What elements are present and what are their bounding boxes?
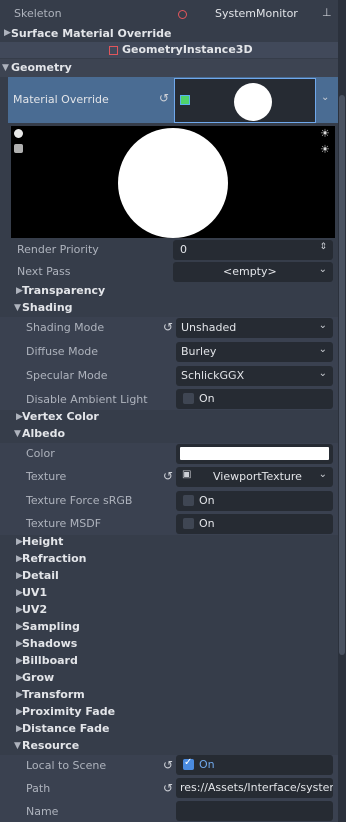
checkbox-icon[interactable] <box>183 393 194 404</box>
chevron-down-icon[interactable]: ⌄ <box>321 92 329 103</box>
material-override-label: Material Override <box>13 93 109 106</box>
chevron-down-icon[interactable]: ⌄ <box>319 320 327 331</box>
collapsed-arrow-icon[interactable]: ▶ <box>4 28 11 38</box>
expanded-arrow-icon[interactable]: ▼ <box>14 303 21 313</box>
texture-label: Texture <box>26 470 67 483</box>
material-preview-slot[interactable] <box>174 78 316 123</box>
section-geometry[interactable]: Geometry <box>11 61 72 74</box>
texture-msdf-label: Texture MSDF <box>26 517 102 530</box>
section-sampling[interactable]: Sampling <box>22 620 80 633</box>
section-albedo[interactable]: Albedo <box>22 427 65 440</box>
path-value: res://Assets/Interface/system_ <box>180 781 333 794</box>
diffuse-mode-value: Burley <box>181 345 217 358</box>
section-shadows[interactable]: Shadows <box>22 637 77 650</box>
pin-icon[interactable]: ⊥ <box>322 6 332 19</box>
revert-icon[interactable]: ↺ <box>163 320 173 334</box>
specular-mode-dropdown[interactable]: SchlickGGX ⌄ <box>176 366 333 386</box>
shading-mode-dropdown[interactable]: Unshaded ⌄ <box>176 318 333 338</box>
section-distance-fade[interactable]: Distance Fade <box>22 722 109 735</box>
path-label: Path <box>26 782 51 795</box>
next-pass-field[interactable]: <empty> ⌄ <box>173 262 333 282</box>
local-to-scene-checkbox[interactable]: On <box>176 755 333 775</box>
material-thumbnail <box>234 83 272 121</box>
section-uv2[interactable]: UV2 <box>22 603 47 616</box>
section-detail[interactable]: Detail <box>22 569 59 582</box>
material-override-row[interactable]: Material Override ↺ ⌄ <box>8 77 338 123</box>
chevron-down-icon[interactable]: ⌄ <box>319 344 327 355</box>
section-transparency[interactable]: Transparency <box>22 284 105 297</box>
scrollbar-thumb[interactable] <box>339 95 345 655</box>
texture-msdf-checkbox[interactable]: On <box>176 514 333 534</box>
expanded-arrow-icon[interactable]: ▼ <box>2 63 9 73</box>
texture-force-srgb-checkbox[interactable]: On <box>176 491 333 511</box>
section-vertex-color[interactable]: Vertex Color <box>22 410 99 423</box>
next-pass-value: <empty> <box>223 265 277 278</box>
section-refraction[interactable]: Refraction <box>22 552 87 565</box>
sun-icon[interactable]: ☀ <box>320 127 330 140</box>
preview-sphere <box>118 128 228 238</box>
name-label: Name <box>26 805 59 818</box>
section-uv1[interactable]: UV1 <box>22 586 47 599</box>
sun-icon-2[interactable]: ☀ <box>320 143 330 156</box>
render-priority-label: Render Priority <box>17 243 99 256</box>
node-icon <box>178 10 187 19</box>
texture-resource-field[interactable]: ▣ ViewportTexture ⌄ <box>176 467 333 487</box>
section-billboard[interactable]: Billboard <box>22 654 78 667</box>
cube-icon <box>180 95 190 105</box>
render-priority-spinbox[interactable]: 0 ⇕ <box>173 240 333 260</box>
image-icon: ▣ <box>182 469 192 480</box>
expanded-arrow-icon[interactable]: ▼ <box>14 741 21 751</box>
section-transform[interactable]: Transform <box>22 688 85 701</box>
name-input[interactable] <box>176 801 333 821</box>
updown-icon[interactable]: ⇕ <box>319 242 327 252</box>
specular-mode-label: Specular Mode <box>26 369 108 382</box>
revert-icon[interactable]: ↺ <box>159 91 169 105</box>
revert-icon[interactable]: ↺ <box>163 758 173 772</box>
mesh-toggle-icon[interactable] <box>14 144 23 153</box>
texture-msdf-value: On <box>199 517 215 530</box>
albedo-color-picker[interactable] <box>176 444 333 464</box>
disable-ambient-light-checkbox[interactable]: On <box>176 389 333 409</box>
local-to-scene-value: On <box>199 758 215 771</box>
skeleton-label: Skeleton <box>14 7 62 20</box>
geometry-instance-icon <box>109 46 118 55</box>
checkbox-icon[interactable] <box>183 495 194 506</box>
section-resource[interactable]: Resource <box>22 739 79 752</box>
shading-mode-label: Shading Mode <box>26 321 105 334</box>
expanded-arrow-icon[interactable]: ▼ <box>14 429 21 439</box>
texture-force-srgb-value: On <box>199 494 215 507</box>
section-grow[interactable]: Grow <box>22 671 54 684</box>
chevron-down-icon[interactable]: ⌄ <box>319 264 327 275</box>
section-surface-material-override[interactable]: Surface Material Override <box>11 27 171 40</box>
section-proximity-fade[interactable]: Proximity Fade <box>22 705 115 718</box>
light-toggle-icon[interactable] <box>14 129 23 138</box>
section-height[interactable]: Height <box>22 535 63 548</box>
specular-mode-value: SchlickGGX <box>181 369 245 382</box>
albedo-color-label: Color <box>26 447 55 460</box>
chevron-down-icon[interactable]: ⌄ <box>319 469 327 480</box>
skeleton-value[interactable]: SystemMonitor <box>215 7 298 20</box>
revert-icon[interactable]: ↺ <box>163 781 173 795</box>
next-pass-label: Next Pass <box>17 265 71 278</box>
scrollbar[interactable] <box>338 0 346 822</box>
diffuse-mode-dropdown[interactable]: Burley ⌄ <box>176 342 333 362</box>
chevron-down-icon[interactable]: ⌄ <box>319 368 327 379</box>
local-to-scene-label: Local to Scene <box>26 759 107 772</box>
diffuse-mode-label: Diffuse Mode <box>26 345 99 358</box>
checkbox-checked-icon[interactable] <box>183 757 194 770</box>
disable-ambient-light-value: On <box>199 392 215 405</box>
texture-force-srgb-label: Texture Force sRGB <box>26 494 133 507</box>
material-preview: ☀ ☀ <box>11 126 335 238</box>
checkbox-icon[interactable] <box>183 518 194 529</box>
color-swatch <box>180 447 329 460</box>
path-input[interactable]: res://Assets/Interface/system_ <box>176 778 333 798</box>
render-priority-value: 0 <box>180 243 187 256</box>
shading-mode-value: Unshaded <box>181 321 237 334</box>
disable-ambient-light-label: Disable Ambient Light <box>26 393 148 406</box>
class-header-geometry-instance: GeometryInstance3D <box>122 43 253 56</box>
revert-icon[interactable]: ↺ <box>163 469 173 483</box>
texture-value: ViewportTexture <box>213 470 302 483</box>
section-shading[interactable]: Shading <box>22 301 73 314</box>
